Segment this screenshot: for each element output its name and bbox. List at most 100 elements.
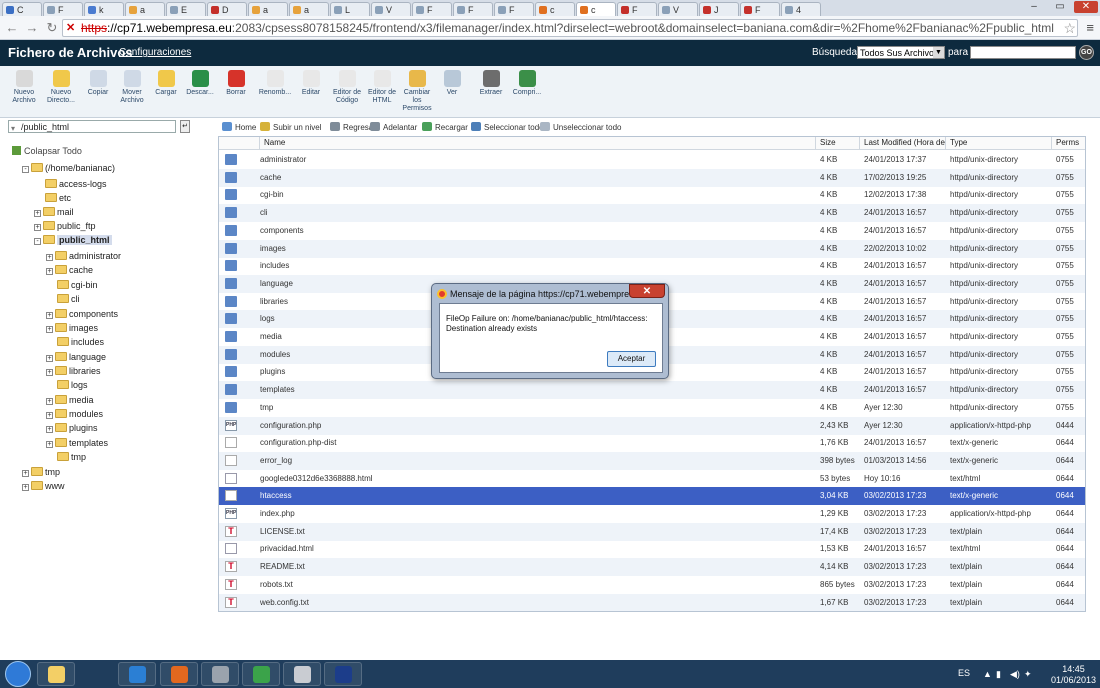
expand-icon[interactable]: + [46, 326, 53, 333]
browser-tab[interactable]: F [453, 2, 493, 16]
table-row[interactable]: administrator 4 KB 24/01/2013 17:37 httpd/u… [219, 151, 1085, 169]
column-header[interactable]: Type [945, 137, 1051, 150]
table-row[interactable]: templates 4 KB 24/01/2013 16:57 httpd/unix-… [219, 381, 1085, 400]
browser-tab[interactable]: F [412, 2, 452, 16]
toolbar-button[interactable]: Descar... [182, 70, 218, 97]
dialog-close-button[interactable]: ✕ [629, 284, 665, 298]
search-scope-select[interactable]: Todos Sus Archivos ▼ [857, 46, 945, 59]
tree-node-administrator[interactable]: + administrator [46, 249, 121, 263]
expand-icon[interactable]: + [46, 412, 53, 419]
column-header[interactable]: Size [815, 137, 859, 150]
toolbar-button[interactable]: Cargar [148, 70, 184, 97]
table-row[interactable]: components 4 KB 24/01/2013 16:57 httpd/unix… [219, 222, 1085, 240]
toolbar-button[interactable]: Cambiar los Permisos [399, 70, 435, 113]
expand-icon[interactable]: + [22, 470, 29, 477]
table-row[interactable]: error_log 398 bytes 01/03/2013 14:56 text/x… [219, 451, 1085, 470]
expand-icon[interactable]: + [46, 312, 53, 319]
taskbar-app-button[interactable] [160, 662, 198, 686]
expand-icon[interactable]: + [22, 484, 29, 491]
settings-link[interactable]: Configuraciones [119, 47, 191, 58]
table-row[interactable]: cache 4 KB 17/02/2013 19:25 httpd/unix-dire… [219, 168, 1085, 187]
table-row[interactable]: tmp 4 KB Ayer 12:30 httpd/unix-directory 075… [219, 399, 1085, 417]
taskbar-app-button[interactable] [201, 662, 239, 686]
expand-icon[interactable]: + [34, 224, 41, 231]
minimize-window-button[interactable]: – [1022, 1, 1046, 13]
toolbar-button[interactable]: Ver [434, 70, 470, 97]
search-input[interactable] [970, 46, 1076, 59]
browser-tab[interactable]: V [658, 2, 698, 16]
toolbar-button[interactable]: Editor de Código [329, 70, 365, 105]
toolbar-button[interactable]: Extraer [473, 70, 509, 97]
expand-icon[interactable]: + [46, 355, 53, 362]
tree-node-mail[interactable]: + mail [34, 205, 74, 219]
browser-tab[interactable]: a [125, 2, 165, 16]
tree-node-plugins[interactable]: + plugins [46, 421, 98, 435]
back-arrow-icon[interactable]: ← [4, 20, 20, 36]
tree-node-www[interactable]: + www [22, 479, 65, 493]
browser-menu-icon[interactable]: ≡ [1086, 20, 1094, 35]
expand-icon[interactable]: + [46, 268, 53, 275]
taskbar-app-button[interactable] [324, 662, 362, 686]
expand-icon[interactable]: + [46, 441, 53, 448]
browser-tab[interactable]: D [207, 2, 247, 16]
directory-path-input[interactable]: ▾ /public_html [8, 120, 176, 133]
toolbar-button[interactable]: Mover Archivo [114, 70, 150, 105]
expand-icon[interactable]: + [34, 210, 41, 217]
browser-tab[interactable]: L [330, 2, 370, 16]
forward-arrow-icon[interactable]: → [24, 20, 40, 36]
table-row[interactable]: cgi-bin 4 KB 12/02/2013 17:38 httpd/unix-di… [219, 186, 1085, 204]
table-row[interactable]: PHP index.php 1,29 KB 03/02/2013 17:23 appli… [219, 505, 1085, 523]
tree-node-public-html[interactable]: - public_html [34, 233, 112, 247]
taskbar-app-button[interactable] [37, 662, 75, 686]
tree-node-images[interactable]: + images [46, 321, 98, 335]
tree-node-language[interactable]: + language [46, 350, 106, 364]
tree-node-media[interactable]: + media [46, 393, 94, 407]
browser-tab[interactable]: a [248, 2, 288, 16]
table-row[interactable]: PHP configuration.php 2,43 KB Ayer 12:30 app… [219, 416, 1085, 435]
toolbar-button[interactable]: Nuevo Directo... [43, 70, 79, 105]
browser-tab[interactable]: k [84, 2, 124, 16]
toolbar-button[interactable]: Editor de HTML [364, 70, 400, 105]
column-header[interactable]: Perms [1051, 137, 1085, 150]
expand-icon[interactable]: + [46, 369, 53, 376]
expand-icon[interactable]: + [46, 426, 53, 433]
browser-tab[interactable]: E [166, 2, 206, 16]
tree-node-tmp[interactable]: tmp [46, 450, 86, 464]
nav-action-seleccionar-todo[interactable]: Seleccionar todo [471, 122, 544, 132]
table-row[interactable]: htaccess 3,04 KB 03/02/2013 17:23 text/x-ge… [219, 487, 1085, 506]
search-go-button[interactable]: GO [1079, 45, 1094, 60]
table-row[interactable]: T LICENSE.txt 17,4 KB 03/02/2013 17:23 text/… [219, 522, 1085, 541]
bookmark-star-icon[interactable]: ☆ [1063, 20, 1076, 37]
taskbar-app-button[interactable] [242, 662, 280, 686]
accept-button[interactable]: Aceptar [607, 351, 656, 367]
network-icon[interactable]: ▮ [996, 669, 1001, 680]
browser-tab[interactable]: V [371, 2, 411, 16]
nav-action-adelantar[interactable]: Adelantar [370, 122, 417, 132]
table-row[interactable]: includes 4 KB 24/01/2013 16:57 httpd/unix-d… [219, 257, 1085, 275]
tree-node-libraries[interactable]: + libraries [46, 364, 101, 378]
collapse-all-button[interactable]: Colapsar Todo [12, 146, 82, 156]
go-path-button[interactable]: ↵ [180, 120, 190, 133]
collapse-icon[interactable]: - [22, 166, 29, 173]
tree-node-tmp[interactable]: + tmp [22, 465, 60, 479]
tray-app-icon[interactable]: ✦ [1024, 669, 1032, 680]
tree-node-public-ftp[interactable]: + public_ftp [34, 219, 96, 233]
browser-tab[interactable]: c [535, 2, 575, 16]
tree-node-components[interactable]: + components [46, 307, 118, 321]
table-row[interactable]: privacidad.html 1,53 KB 24/01/2013 16:57 te… [219, 540, 1085, 558]
column-header[interactable]: Last Modified (Hora de ve [859, 137, 945, 150]
toolbar-button[interactable]: Copiar [80, 70, 116, 97]
tree-node-cgi-bin[interactable]: cgi-bin [46, 278, 98, 292]
maximize-window-button[interactable]: ▭ [1048, 1, 1072, 13]
address-bar[interactable]: ✕ https://cp71.webempresa.eu:2083/cpsess… [62, 19, 1078, 37]
tree-node-logs[interactable]: logs [46, 378, 88, 392]
browser-tab[interactable]: J [699, 2, 739, 16]
taskbar-app-button[interactable] [283, 662, 321, 686]
tree-node-includes[interactable]: includes [46, 335, 104, 349]
close-window-button[interactable]: ✕ [1074, 1, 1098, 13]
expand-icon[interactable]: + [46, 254, 53, 261]
toolbar-button[interactable]: Compri... [509, 70, 545, 97]
table-row[interactable]: T README.txt 4,14 KB 03/02/2013 17:23 text/p… [219, 558, 1085, 577]
table-row[interactable]: Tweb.config.txt 1,67 KB 03/02/2013 17:23 te… [219, 593, 1085, 611]
collapse-icon[interactable]: - [34, 238, 41, 245]
